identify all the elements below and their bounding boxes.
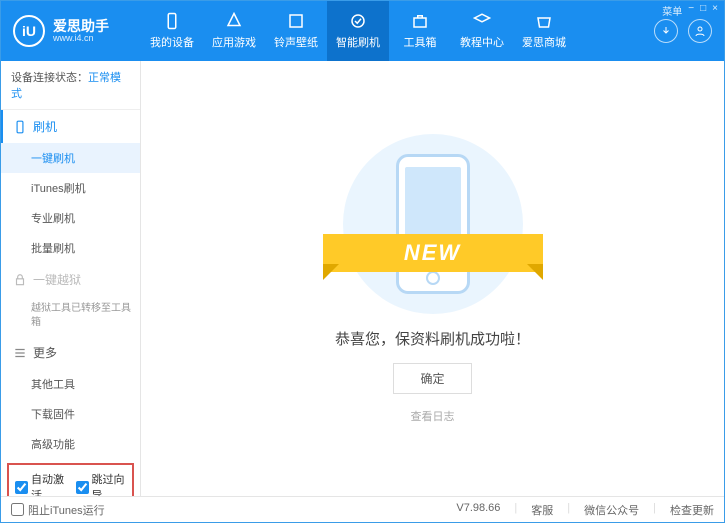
- close-icon[interactable]: ×: [712, 3, 718, 18]
- new-ribbon: NEW: [323, 234, 543, 272]
- checkbox-label: 阻止iTunes运行: [28, 502, 105, 518]
- checkbox-input[interactable]: [76, 481, 89, 494]
- checkbox-input[interactable]: [11, 503, 24, 516]
- connection-status: 设备连接状态：正常模式: [1, 61, 140, 110]
- phone-graphic-icon: [396, 154, 470, 294]
- customer-service-link[interactable]: 客服: [531, 502, 553, 518]
- nav-my-device[interactable]: 我的设备: [141, 1, 203, 61]
- sidebar-head-label: 一键越狱: [33, 271, 81, 288]
- sidebar-more: 更多 其他工具 下载固件 高级功能: [1, 336, 140, 459]
- view-log-link[interactable]: 查看日志: [411, 408, 455, 424]
- nav-label: 铃声壁纸: [274, 34, 318, 50]
- nav-store[interactable]: 爱思商城: [513, 1, 575, 61]
- success-illustration: NEW: [343, 134, 523, 314]
- nav-tutorials[interactable]: 教程中心: [451, 1, 513, 61]
- checkbox-block-itunes[interactable]: 阻止iTunes运行: [11, 502, 105, 518]
- apps-icon: [225, 12, 243, 30]
- footer: 阻止iTunes运行 V7.98.66 | 客服 | 微信公众号 | 检查更新: [1, 496, 724, 522]
- brand-name: 爱思助手: [53, 19, 109, 33]
- nav-label: 智能刷机: [336, 34, 380, 50]
- brand-url: www.i4.cn: [53, 33, 109, 43]
- list-icon: [13, 346, 27, 360]
- wechat-link[interactable]: 微信公众号: [584, 502, 639, 518]
- nav-apps-games[interactable]: 应用游戏: [203, 1, 265, 61]
- user-button[interactable]: [688, 19, 712, 43]
- minimize-icon[interactable]: −: [688, 3, 694, 18]
- sidebar-head-more[interactable]: 更多: [1, 336, 140, 369]
- success-message: 恭喜您，保资料刷机成功啦！: [335, 328, 530, 349]
- status-label: 设备连接状态：: [11, 72, 88, 84]
- nav-toolbox[interactable]: 工具箱: [389, 1, 451, 61]
- separator: |: [567, 502, 570, 518]
- flash-icon: [349, 12, 367, 30]
- download-button[interactable]: [654, 19, 678, 43]
- store-icon: [535, 12, 553, 30]
- header: 菜单 − □ × iU 爱思助手 www.i4.cn 我的设备 应用游戏 铃声壁: [1, 1, 724, 61]
- checkbox-label: 自动激活: [31, 471, 66, 496]
- sidebar-flash: 刷机 一键刷机 iTunes刷机 专业刷机 批量刷机: [1, 110, 140, 263]
- sidebar: 设备连接状态：正常模式 刷机 一键刷机 iTunes刷机 专业刷机 批量刷机 一…: [1, 61, 141, 496]
- phone-icon: [13, 120, 27, 134]
- nav-label: 应用游戏: [212, 34, 256, 50]
- nav-label: 教程中心: [460, 34, 504, 50]
- lock-icon: [13, 273, 27, 287]
- sidebar-head-jailbreak[interactable]: 一键越狱: [1, 263, 140, 296]
- footer-right: V7.98.66 | 客服 | 微信公众号 | 检查更新: [456, 502, 714, 518]
- check-update-link[interactable]: 检查更新: [670, 502, 714, 518]
- sidebar-item-advanced[interactable]: 高级功能: [1, 429, 140, 459]
- options-highlight: 自动激活 跳过向导: [7, 463, 134, 496]
- sidebar-head-label: 刷机: [33, 118, 57, 135]
- tutorial-icon: [473, 12, 491, 30]
- ok-button[interactable]: 确定: [393, 363, 471, 394]
- nav-label: 爱思商城: [522, 34, 566, 50]
- device-icon: [163, 12, 181, 30]
- sidebar-item-batch[interactable]: 批量刷机: [1, 233, 140, 263]
- sidebar-item-oneclick[interactable]: 一键刷机: [1, 143, 140, 173]
- sidebar-item-pro[interactable]: 专业刷机: [1, 203, 140, 233]
- nav-ringtones[interactable]: 铃声壁纸: [265, 1, 327, 61]
- checkbox-skip-guide[interactable]: 跳过向导: [76, 471, 127, 496]
- sidebar-item-itunes[interactable]: iTunes刷机: [1, 173, 140, 203]
- sidebar-item-firmware[interactable]: 下载固件: [1, 399, 140, 429]
- main-content: NEW 恭喜您，保资料刷机成功啦！ 确定 查看日志: [141, 61, 724, 496]
- jailbreak-note: 越狱工具已转移至工具箱: [1, 296, 140, 336]
- logo-text: 爱思助手 www.i4.cn: [53, 19, 109, 43]
- body: 设备连接状态：正常模式 刷机 一键刷机 iTunes刷机 专业刷机 批量刷机 一…: [1, 61, 724, 496]
- maximize-icon[interactable]: □: [700, 3, 706, 18]
- nav-label: 工具箱: [404, 34, 437, 50]
- menu-icon[interactable]: 菜单: [662, 3, 682, 18]
- checkbox-input[interactable]: [15, 481, 28, 494]
- window-controls: 菜单 − □ ×: [662, 3, 718, 18]
- logo: iU 爱思助手 www.i4.cn: [1, 1, 141, 61]
- sidebar-jailbreak: 一键越狱 越狱工具已转移至工具箱: [1, 263, 140, 336]
- version-label: V7.98.66: [456, 502, 500, 518]
- top-nav: 我的设备 应用游戏 铃声壁纸 智能刷机 工具箱 教程中心: [141, 1, 654, 61]
- app-window: 菜单 − □ × iU 爱思助手 www.i4.cn 我的设备 应用游戏 铃声壁: [0, 0, 725, 523]
- checkbox-label: 跳过向导: [92, 471, 127, 496]
- toolbox-icon: [411, 12, 429, 30]
- nav-smart-flash[interactable]: 智能刷机: [327, 1, 389, 61]
- sidebar-head-flash[interactable]: 刷机: [1, 110, 140, 143]
- wallpaper-icon: [287, 12, 305, 30]
- logo-icon: iU: [13, 15, 45, 47]
- sidebar-item-other[interactable]: 其他工具: [1, 369, 140, 399]
- checkbox-auto-activate[interactable]: 自动激活: [15, 471, 66, 496]
- separator: |: [514, 502, 517, 518]
- sidebar-head-label: 更多: [33, 344, 57, 361]
- separator: |: [653, 502, 656, 518]
- nav-label: 我的设备: [150, 34, 194, 50]
